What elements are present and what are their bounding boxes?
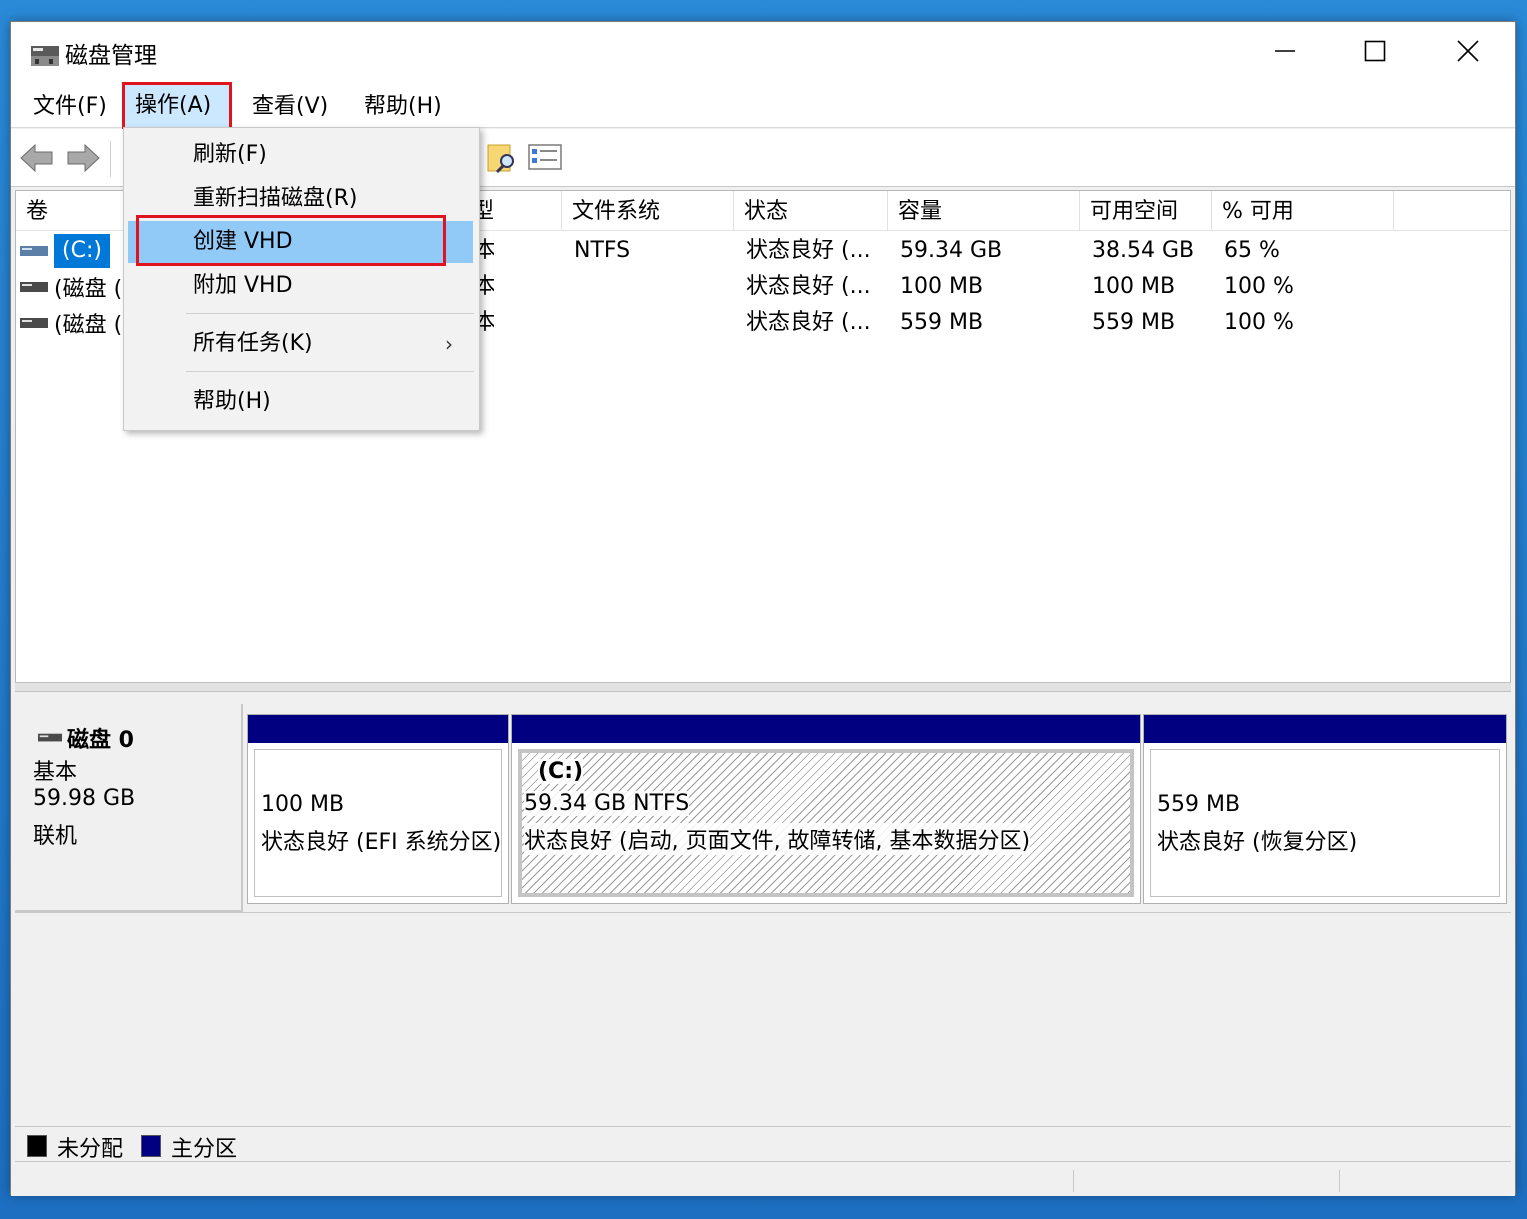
percent-free-cell: 100 % (1224, 274, 1294, 299)
status-cell: 状态良好 (... (746, 310, 871, 335)
drive-icon (20, 318, 48, 328)
status-cell: 状态良好 (... (746, 238, 871, 263)
partition-body: 559 MB 状态良好 (恢复分区) (1150, 749, 1500, 897)
disk-0-label[interactable]: 磁盘 0 基本 59.98 GB 联机 (15, 704, 243, 912)
partition-size: 100 MB (261, 792, 345, 817)
volume-cell: (C:) (20, 233, 110, 269)
back-arrow-icon[interactable] (19, 141, 55, 175)
percent-free-cell: 100 % (1224, 310, 1294, 335)
disk-row-divider (15, 912, 1511, 913)
legend-primary: 主分区 (171, 1137, 238, 1162)
capacity-cell: 100 MB (900, 274, 984, 299)
menu-help[interactable]: 帮助(H) (354, 90, 452, 124)
volume-name: (C:) (54, 234, 110, 268)
minimize-button[interactable] (1239, 22, 1331, 80)
partition-efi[interactable]: 100 MB 状态良好 (EFI 系统分区) (247, 714, 509, 904)
partition-status: 状态良好 (启动, 页面文件, 故障转储, 基本数据分区) (524, 823, 1031, 855)
disk-icon (38, 733, 62, 742)
toolbar-separator (110, 141, 111, 177)
primary-swatch (141, 1135, 161, 1157)
action-menu-dropdown: 刷新(F) 重新扫描磁盘(R) 创建 VHD 附加 VHD 所有任务(K) › … (123, 127, 480, 431)
volume-cell: (磁盘 ( (20, 305, 122, 341)
volume-name: (磁盘 ( (54, 277, 123, 302)
menu-item-rescan-disks[interactable]: 重新扫描磁盘(R) (128, 178, 473, 220)
submenu-arrow-icon: › (445, 332, 453, 356)
partition-status: 状态良好 (EFI 系统分区) (261, 824, 501, 856)
disk-kind: 基本 (33, 760, 78, 785)
column-free-space[interactable]: 可用空间 (1080, 191, 1212, 231)
volume-cell: (磁盘 ( (20, 269, 122, 305)
pane-splitter[interactable] (15, 682, 1511, 692)
menu-item-refresh[interactable]: 刷新(F) (128, 134, 473, 176)
legend-unallocated: 未分配 (57, 1137, 124, 1162)
menu-item-attach-vhd[interactable]: 附加 VHD (128, 265, 473, 307)
forward-arrow-icon[interactable] (65, 141, 101, 175)
menu-separator (186, 313, 474, 314)
column-filesystem[interactable]: 文件系统 (562, 191, 734, 231)
window-title: 磁盘管理 (65, 43, 157, 69)
annotation-highlight-box (136, 215, 446, 266)
free-space-cell: 559 MB (1092, 310, 1176, 335)
column-type-partial[interactable]: 型 (472, 191, 562, 231)
menu-separator (186, 371, 474, 372)
title-bar: 磁盘管理 (11, 22, 1515, 82)
partition-bar (1144, 715, 1506, 743)
column-status[interactable]: 状态 (734, 191, 888, 231)
partition-status: 状态良好 (恢复分区) (1157, 824, 1358, 856)
partition-c[interactable]: (C:) 59.34 GB NTFS 状态良好 (启动, 页面文件, 故障转储,… (511, 714, 1141, 904)
status-divider (1339, 1170, 1340, 1192)
close-icon (1457, 40, 1479, 62)
capacity-cell: 559 MB (900, 310, 984, 335)
status-divider (1073, 1170, 1074, 1192)
menu-item-help[interactable]: 帮助(H) (128, 381, 473, 423)
menu-file[interactable]: 文件(F) (23, 90, 117, 124)
menu-item-all-tasks-label: 所有任务(K) (193, 331, 313, 356)
status-bar (11, 1164, 1515, 1196)
menu-action[interactable]: 操作(A) (122, 82, 232, 130)
drive-icon (20, 246, 48, 256)
disk-name: 磁盘 0 (37, 722, 134, 754)
volume-name: (磁盘 ( (54, 313, 123, 338)
column-percent-free[interactable]: % 可用 (1212, 191, 1394, 231)
partition-recovery[interactable]: 559 MB 状态良好 (恢复分区) (1143, 714, 1507, 904)
partition-bar (248, 715, 508, 743)
free-space-cell: 38.54 GB (1092, 238, 1195, 263)
menu-bar: 文件(F) 操作(A) 查看(V) 帮助(H) (11, 82, 1515, 130)
filesystem-cell: NTFS (574, 238, 631, 263)
disk-map-pane: 磁盘 0 基本 59.98 GB 联机 100 MB 状态良好 (EFI 系统分… (15, 698, 1511, 1128)
column-capacity[interactable]: 容量 (888, 191, 1080, 231)
percent-free-cell: 65 % (1224, 238, 1280, 263)
disk-size: 59.98 GB (33, 786, 136, 811)
minimize-icon (1275, 50, 1295, 52)
capacity-cell: 59.34 GB (900, 238, 1003, 263)
partition-size: 59.34 GB NTFS (524, 791, 690, 816)
legend: 未分配 主分区 (15, 1126, 1511, 1162)
partition-body: (C:) 59.34 GB NTFS 状态良好 (启动, 页面文件, 故障转储,… (518, 749, 1134, 897)
checklist-view-icon[interactable] (527, 141, 563, 175)
partition-name: (C:) (538, 759, 584, 784)
status-cell: 状态良好 (... (746, 274, 871, 299)
maximize-button[interactable] (1329, 22, 1421, 80)
disk-name-text: 磁盘 0 (67, 728, 134, 753)
disk-management-icon (31, 46, 59, 66)
menu-item-all-tasks[interactable]: 所有任务(K) › (128, 323, 473, 365)
properties-search-icon[interactable] (485, 141, 521, 175)
unallocated-swatch (27, 1135, 47, 1157)
partition-bar (512, 715, 1140, 743)
partition-size: 559 MB (1157, 792, 1241, 817)
maximize-icon (1364, 40, 1386, 62)
drive-icon (20, 282, 48, 292)
partition-body: 100 MB 状态良好 (EFI 系统分区) (254, 749, 502, 897)
disk-state: 联机 (33, 824, 78, 849)
free-space-cell: 100 MB (1092, 274, 1176, 299)
menu-view[interactable]: 查看(V) (242, 90, 338, 124)
close-button[interactable] (1422, 22, 1514, 80)
